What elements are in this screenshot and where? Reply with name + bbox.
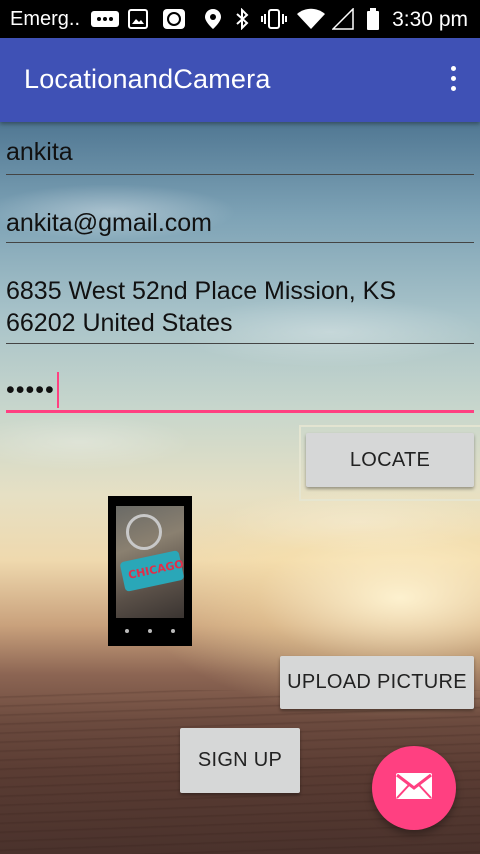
wifi-icon [296, 8, 326, 30]
password-field[interactable]: ••••• [6, 372, 474, 414]
bluetooth-icon [234, 8, 250, 30]
email-field[interactable]: ankita@gmail.com [6, 207, 474, 245]
signal-icon [332, 8, 354, 30]
picture-thumbnail[interactable]: CHICAGO [108, 496, 192, 646]
message-icon [90, 8, 120, 30]
thumbnail-image: CHICAGO [116, 506, 184, 618]
name-underline [6, 174, 474, 175]
upload-picture-button[interactable]: UPLOAD PICTURE [280, 656, 474, 709]
keychain-tag: CHICAGO [119, 550, 184, 592]
name-value: ankita [6, 138, 73, 166]
password-value: ••••• [6, 376, 55, 404]
password-value-wrap: ••••• [6, 372, 474, 408]
sign-up-button[interactable]: SIGN UP [180, 728, 300, 793]
tag-text: CHICAGO [127, 557, 184, 582]
email-value: ankita@gmail.com [6, 209, 213, 237]
name-field[interactable]: ankita [6, 136, 474, 176]
address-line-1: 6835 West 52nd Place Mission, KS [6, 277, 397, 305]
email-icon [395, 772, 433, 805]
email-underline [6, 242, 474, 243]
sync-icon [162, 8, 186, 30]
location-icon [204, 8, 222, 30]
clock: 3:30 pm [392, 8, 468, 31]
text-cursor [56, 372, 59, 408]
address-underline [6, 343, 474, 344]
battery-icon [366, 8, 380, 30]
app-bar: LocationandCamera [0, 38, 480, 122]
more-vert-icon[interactable] [446, 66, 460, 96]
email-fab-button[interactable] [372, 746, 456, 830]
address-field[interactable]: 6835 West 52nd Place Mission, KS 66202 U… [6, 275, 474, 345]
app-title: LocationandCamera [24, 64, 271, 94]
thumbnail-nav [116, 622, 184, 640]
carrier-label: Emerg.. [10, 8, 81, 30]
image-icon [128, 8, 148, 30]
password-underline [6, 410, 474, 413]
status-bar: Emerg.. 3:30 pm [0, 0, 480, 38]
locate-button[interactable]: LOCATE [306, 433, 474, 487]
address-line-2: 66202 United States [6, 309, 233, 337]
keyring-shape [126, 514, 162, 550]
vibrate-icon [260, 8, 288, 30]
